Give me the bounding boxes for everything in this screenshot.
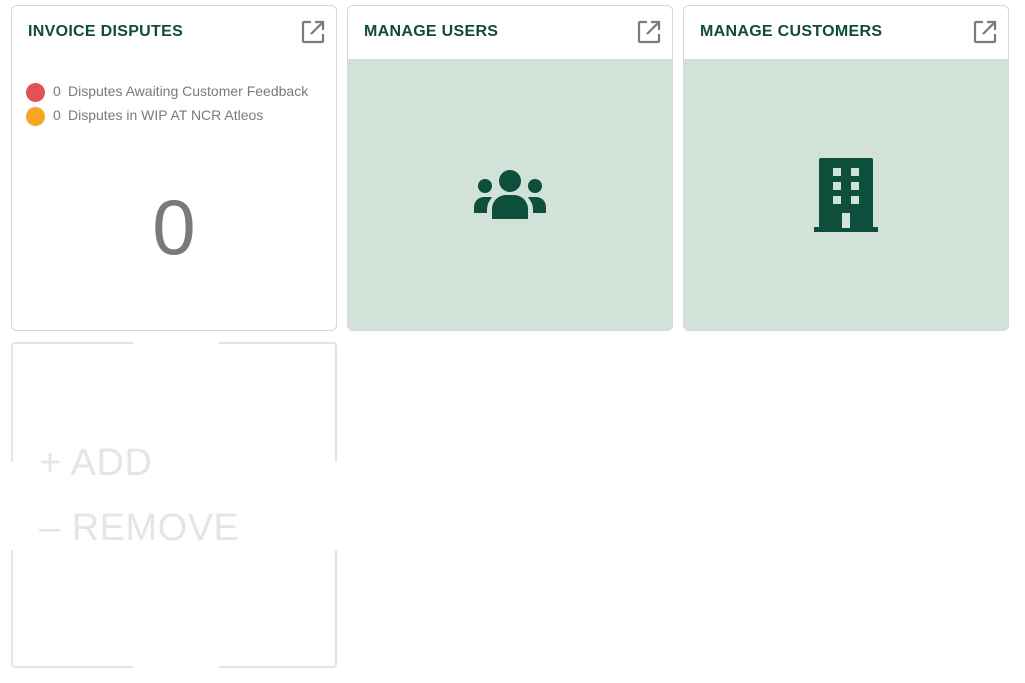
card-header: INVOICE DISPUTES (12, 6, 336, 59)
amber-status-dot-icon (26, 107, 45, 126)
legend-label: Disputes in WIP AT NCR Atleos (68, 107, 264, 123)
legend-item-awaiting-feedback: 0 Disputes Awaiting Customer Feedback (26, 82, 326, 102)
card-tile[interactable] (684, 59, 1008, 330)
card-tile[interactable] (348, 59, 672, 330)
card-title: MANAGE USERS (364, 23, 499, 40)
card-header: MANAGE USERS (348, 6, 672, 59)
legend-count: 0 (53, 107, 61, 123)
disputes-legend: 0 Disputes Awaiting Customer Feedback 0 … (26, 82, 326, 126)
dashed-frame (11, 342, 337, 668)
users-group-icon (474, 169, 546, 219)
frame-gap (11, 462, 19, 550)
card-title: MANAGE CUSTOMERS (700, 23, 883, 40)
building-icon (814, 157, 878, 232)
external-link-icon[interactable] (636, 19, 662, 45)
manage-customers-card[interactable]: MANAGE CUSTOMERS (683, 5, 1009, 331)
frame-gap (329, 462, 337, 550)
invoice-disputes-card: INVOICE DISPUTES 0 Disputes Awaiting Cus… (11, 5, 337, 331)
manage-users-card[interactable]: MANAGE USERS (347, 5, 673, 331)
frame-gap (133, 342, 219, 348)
external-link-icon[interactable] (300, 19, 326, 45)
legend-item-wip: 0 Disputes in WIP AT NCR Atleos (26, 106, 326, 126)
frame-gap (133, 662, 219, 668)
external-link-icon[interactable] (972, 19, 998, 45)
add-widget-button[interactable]: + ADD (39, 442, 152, 485)
card-title: INVOICE DISPUTES (28, 23, 184, 40)
remove-widget-button[interactable]: – REMOVE (39, 507, 239, 550)
card-header: MANAGE CUSTOMERS (684, 6, 1008, 59)
legend-count: 0 (53, 83, 61, 99)
red-status-dot-icon (26, 83, 45, 102)
legend-label: Disputes Awaiting Customer Feedback (68, 83, 309, 99)
add-remove-tile: + ADD – REMOVE (11, 342, 337, 668)
disputes-total: 0 (152, 183, 196, 271)
